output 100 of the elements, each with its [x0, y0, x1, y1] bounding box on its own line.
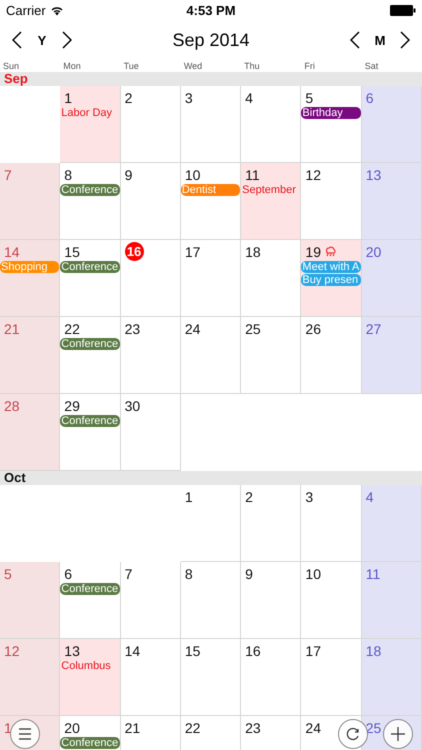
- day-cell[interactable]: 1 Labor Day: [60, 86, 121, 163]
- day-number: 22: [184, 720, 200, 736]
- weekday-label: Fri: [303, 60, 316, 72]
- event-bar[interactable]: Conference: [60, 583, 120, 595]
- day-number: 2: [124, 90, 132, 106]
- day-number: 4: [366, 488, 374, 504]
- day-number: 24: [305, 720, 321, 736]
- day-number: 8: [184, 566, 193, 582]
- day-number: 15: [184, 642, 200, 658]
- day-cell[interactable]: 13: [362, 163, 422, 240]
- day-number: 23: [245, 720, 261, 736]
- carrier-label: Carrier: [6, 2, 46, 18]
- day-number: 2: [245, 488, 253, 504]
- day-number: 20: [366, 244, 382, 260]
- holiday-label: Labor Day: [60, 107, 114, 120]
- day-number: 21: [124, 720, 140, 736]
- day-cell[interactable]: 27: [362, 317, 422, 394]
- day-cell[interactable]: 21: [0, 317, 60, 394]
- day-number: 5: [305, 90, 314, 106]
- day-number: 5: [4, 566, 12, 582]
- holiday-label: Columbus: [60, 660, 112, 673]
- day-number: 16: [245, 642, 261, 658]
- day-number: 10: [184, 166, 200, 182]
- day-cell[interactable]: 5: [0, 562, 60, 639]
- holiday-label: September: [241, 184, 297, 197]
- day-number: 27: [366, 320, 382, 336]
- day-number: 12: [305, 166, 321, 182]
- day-number: 14: [124, 642, 140, 658]
- day-number: 1: [4, 720, 12, 736]
- day-number: 11: [245, 166, 260, 182]
- day-number: 17: [184, 244, 200, 260]
- event-bar[interactable]: Dentist: [180, 184, 240, 196]
- event-bar[interactable]: Birthday: [301, 107, 361, 119]
- day-number: 18: [366, 642, 382, 658]
- day-number: 9: [245, 566, 253, 582]
- month-label: M: [374, 32, 386, 48]
- day-cell[interactable]: 11: [362, 562, 422, 639]
- day-number: 12: [4, 642, 20, 658]
- event-bar[interactable]: Conference: [60, 261, 120, 273]
- day-number: 3: [305, 488, 314, 504]
- month-header: Oct: [0, 471, 422, 485]
- day-cell[interactable]: 18: [362, 639, 422, 716]
- day-number: 26: [305, 320, 321, 336]
- day-number: 10: [305, 566, 321, 582]
- day-number: 24: [184, 320, 200, 336]
- day-number: 28: [4, 398, 20, 414]
- status-time: 4:53 PM: [186, 2, 236, 18]
- day-number: 19: [305, 244, 321, 260]
- day-number: 17: [305, 642, 321, 658]
- day-number: 20: [64, 720, 80, 736]
- day-number: 25: [366, 720, 382, 736]
- day-cell[interactable]: 13 Columbus: [60, 639, 121, 716]
- day-number: 23: [124, 320, 140, 336]
- plus-icon: [390, 726, 406, 742]
- battery-icon: [390, 4, 416, 16]
- day-cell[interactable]: 11 September: [241, 163, 302, 240]
- day-number: 29: [64, 398, 80, 414]
- day-cell[interactable]: 4: [362, 485, 422, 562]
- event-bar[interactable]: Conference: [60, 338, 120, 350]
- day-number: 30: [124, 398, 140, 414]
- day-number: 1: [64, 90, 72, 106]
- year-label: Y: [36, 32, 48, 48]
- day-number: 13: [366, 166, 382, 182]
- day-number: 15: [64, 244, 80, 260]
- weekday-label: Sun: [2, 60, 20, 72]
- day-number: 7: [124, 566, 132, 582]
- day-cell[interactable]: 19 Meet with A Buy presen: [301, 240, 362, 317]
- weekday-label: Thu: [243, 60, 261, 72]
- event-bar[interactable]: Conference: [60, 415, 120, 427]
- event-bar[interactable]: Conference: [60, 737, 120, 749]
- event-bar[interactable]: Shopping: [0, 261, 60, 273]
- event-bar[interactable]: Meet with A: [301, 261, 361, 273]
- event-bar[interactable]: Conference: [60, 184, 120, 196]
- day-number: 21: [4, 320, 20, 336]
- weekday-label: Tue: [122, 60, 140, 72]
- wifi-icon: [50, 4, 64, 16]
- day-number: 14: [4, 244, 20, 260]
- month-header: Sep: [0, 72, 422, 86]
- refresh-icon: [345, 726, 361, 742]
- day-number: 3: [184, 90, 193, 106]
- event-bar[interactable]: Buy presen: [301, 274, 361, 286]
- month-title: Sep 2014: [172, 30, 250, 50]
- day-number: 22: [64, 320, 80, 336]
- day-number: 6: [366, 90, 374, 106]
- day-cell[interactable]: 20: [362, 240, 422, 317]
- today-marker: 16: [124, 242, 144, 261]
- day-cell[interactable]: 28: [0, 394, 60, 471]
- day-cell[interactable]: 7: [0, 163, 60, 240]
- menu-icon: [18, 728, 32, 740]
- day-cell[interactable]: 12: [0, 639, 60, 716]
- day-number: 9: [124, 166, 132, 182]
- day-number: 18: [245, 244, 261, 260]
- day-number: 1: [184, 488, 193, 504]
- day-number: 11: [366, 566, 380, 582]
- day-number: 4: [245, 90, 253, 106]
- day-cell[interactable]: 14 Shopping: [0, 240, 60, 317]
- day-number: 13: [64, 642, 80, 658]
- weekday-label: Sat: [364, 60, 380, 72]
- day-cell[interactable]: 6: [362, 86, 422, 163]
- day-number: 6: [64, 566, 72, 582]
